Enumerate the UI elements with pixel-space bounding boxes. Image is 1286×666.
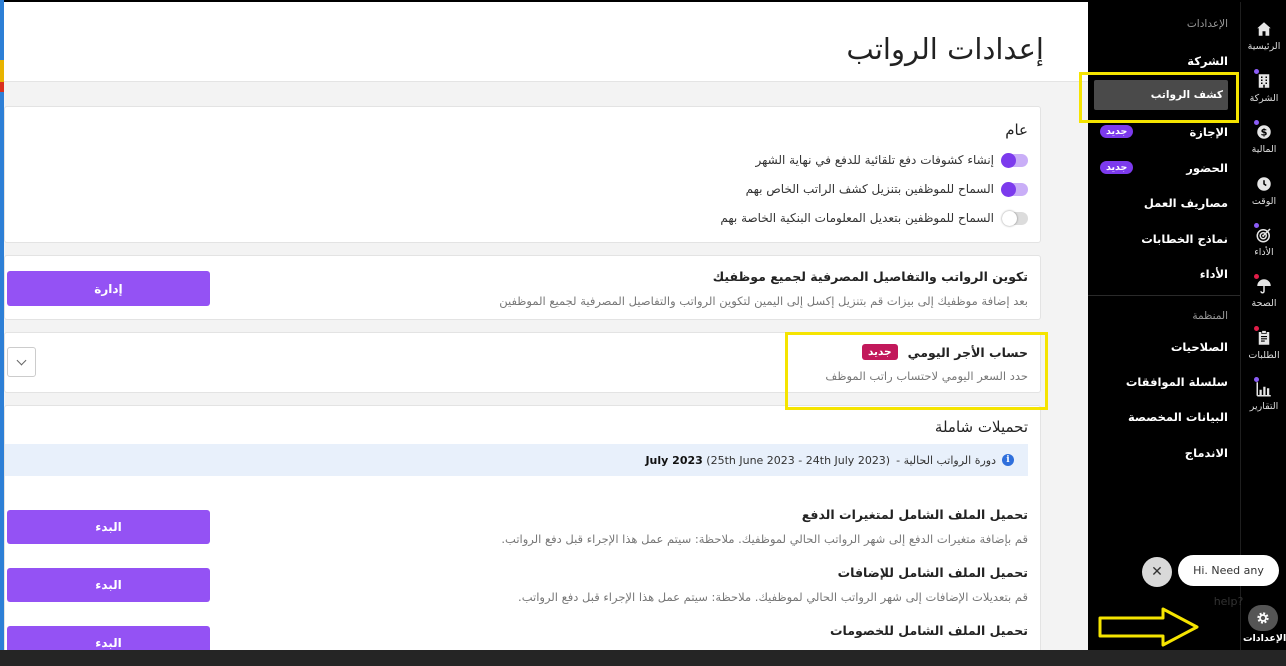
bulk-uploads-title: تحميلات شاملة xyxy=(934,418,1028,436)
bulk-item-description: قم بإضافة متغيرات الدفع إلى شهر الرواتب … xyxy=(501,532,1028,546)
rail-item-company[interactable]: الشركة xyxy=(1241,69,1286,104)
download-payslip-toggle[interactable] xyxy=(1001,181,1028,197)
rail-label: التقارير xyxy=(1249,401,1279,412)
sidebar-divider xyxy=(1088,295,1240,296)
building-icon xyxy=(1254,69,1274,90)
organization-heading: المنظمة xyxy=(1192,310,1228,322)
chart-icon xyxy=(1254,377,1274,398)
chat-help-bubble[interactable]: Hi. Need any help? xyxy=(1178,555,1279,608)
sidebar-item-letters[interactable]: نماذج الخطابات xyxy=(1141,232,1228,246)
manage-button[interactable]: إدارة xyxy=(7,271,210,306)
bulk-item-title: تحميل الملف الشامل لمتغيرات الدفع xyxy=(801,507,1028,522)
gear-icon xyxy=(1257,612,1269,624)
rail-label: الصحة xyxy=(1251,298,1277,309)
toggle-label: إنشاء كشوفات دفع تلقائية للدفع في نهاية … xyxy=(755,153,994,167)
auto-payslips-toggle[interactable] xyxy=(1001,152,1028,168)
payroll-config-card: تكوين الرواتب والتفاصيل المصرفية لجميع م… xyxy=(4,255,1041,320)
start-variables-button[interactable]: البدء xyxy=(7,510,210,544)
bulk-uploads-card: تحميلات شاملة i دورة الرواتب الحالية - J… xyxy=(4,405,1041,650)
payroll-config-title: تكوين الرواتب والتفاصيل المصرفية لجميع م… xyxy=(712,269,1028,284)
rail-label: الأداء xyxy=(1254,247,1274,258)
general-title: عام xyxy=(1005,121,1028,139)
rail-item-performance[interactable]: الأداء xyxy=(1241,223,1286,258)
daily-wage-dropdown[interactable] xyxy=(7,347,36,377)
settings-rail-label: الإعدادات xyxy=(1243,633,1286,644)
cycle-month: July 2023 xyxy=(645,453,703,467)
rail-item-reports[interactable]: التقارير xyxy=(1241,377,1286,412)
toggle-label: السماح للموظفين بتعديل المعلومات البنكية… xyxy=(720,211,994,225)
payroll-menu-highlight xyxy=(1079,72,1239,123)
clock-icon xyxy=(1254,175,1274,193)
sidebar-item-integration[interactable]: الاندماج xyxy=(1185,446,1228,460)
dollar-icon: $ xyxy=(1254,120,1274,141)
toggle-row-edit-bank: السماح للموظفين بتعديل المعلومات البنكية… xyxy=(720,210,1028,226)
screen: إعدادات الرواتب عام إنشاء كشوفات دفع تلق… xyxy=(0,0,1286,666)
page-title: إعدادات الرواتب xyxy=(846,32,1044,66)
info-icon: i xyxy=(1002,454,1014,466)
toggle-row-auto-payslips: إنشاء كشوفات دفع تلقائية للدفع في نهاية … xyxy=(755,152,1028,168)
main-content: إعدادات الرواتب عام إنشاء كشوفات دفع تلق… xyxy=(4,2,1088,650)
toggle-row-download-payslip: السماح للموظفين بتنزيل كشف الراتب الخاص … xyxy=(745,181,1028,197)
sidebar-item-approvals[interactable]: سلسلة الموافقات xyxy=(1126,375,1228,389)
sidebar-item-permissions[interactable]: الصلاحيات xyxy=(1171,340,1228,354)
rail-item-settings[interactable] xyxy=(1248,605,1278,631)
rail-item-finance[interactable]: $ المالية xyxy=(1241,120,1286,155)
general-settings-card: عام إنشاء كشوفات دفع تلقائية للدفع في نه… xyxy=(4,106,1041,243)
home-icon xyxy=(1254,20,1274,38)
rail-item-health[interactable]: الصحة xyxy=(1241,274,1286,309)
rail-item-requests[interactable]: الطلبات xyxy=(1241,326,1286,361)
sidebar-item-performance[interactable]: الأداء xyxy=(1200,267,1228,281)
sidebar-item-attendance[interactable]: الحضور xyxy=(1186,161,1228,175)
payroll-config-description: بعد إضافة موظفيك إلى بيزات قم بتنزيل إكس… xyxy=(499,294,1028,308)
clipboard-icon xyxy=(1254,326,1274,347)
icon-rail: الرئيسية الشركة $ المالية الوقت الأداء ا… xyxy=(1240,2,1286,650)
cycle-prefix: دورة الرواتب الحالية - xyxy=(896,453,996,467)
bulk-item-description: قم بتعديلات الإضافات إلى شهر الرواتب الح… xyxy=(518,590,1028,604)
start-deductions-button[interactable]: البدء xyxy=(7,626,210,650)
sidebar-item-company[interactable]: الشركة xyxy=(1187,54,1228,68)
sidebar-item-leave[interactable]: الإجازة xyxy=(1189,125,1228,139)
rail-label: الوقت xyxy=(1251,196,1277,207)
bottom-taskbar xyxy=(0,650,1286,666)
daily-wage-highlight xyxy=(785,332,1048,410)
chat-close-button[interactable]: ✕ xyxy=(1142,557,1172,587)
rail-label: الرئيسية xyxy=(1247,41,1281,52)
sidebar-new-badge: جديد xyxy=(1100,125,1134,138)
sidebar-new-badge: جديد xyxy=(1100,161,1134,174)
target-icon xyxy=(1254,223,1274,244)
payroll-cycle-info: i دورة الرواتب الحالية - July 2023 (25th… xyxy=(5,444,1028,476)
pointer-arrow-icon xyxy=(1098,607,1199,647)
sidebar-item-custom-data[interactable]: البيانات المخصصة xyxy=(1128,410,1228,424)
start-additions-button[interactable]: البدء xyxy=(7,568,210,602)
rail-item-time[interactable]: الوقت xyxy=(1241,175,1286,207)
toggle-label: السماح للموظفين بتنزيل كشف الراتب الخاص … xyxy=(745,182,994,196)
rail-label: الشركة xyxy=(1249,93,1279,104)
rail-item-home[interactable]: الرئيسية xyxy=(1241,20,1286,52)
bulk-item-title: تحميل الملف الشامل للخصومات xyxy=(830,623,1028,638)
settings-heading: الإعدادات xyxy=(1186,18,1228,30)
cycle-range-wrap: July 2023 (25th June 2023 - 24th July 20… xyxy=(645,454,890,467)
sidebar-item-expenses[interactable]: مصاريف العمل xyxy=(1144,196,1228,210)
umbrella-icon xyxy=(1254,274,1274,295)
cycle-range: (25th June 2023 - 24th July 2023) xyxy=(706,453,891,467)
rail-label: المالية xyxy=(1251,144,1277,155)
page-header: إعدادات الرواتب xyxy=(4,2,1088,82)
rail-label: الطلبات xyxy=(1248,350,1280,361)
edit-bank-info-toggle[interactable] xyxy=(1002,210,1028,226)
svg-text:$: $ xyxy=(1261,127,1268,138)
bulk-item-title: تحميل الملف الشامل للإضافات xyxy=(837,565,1028,580)
